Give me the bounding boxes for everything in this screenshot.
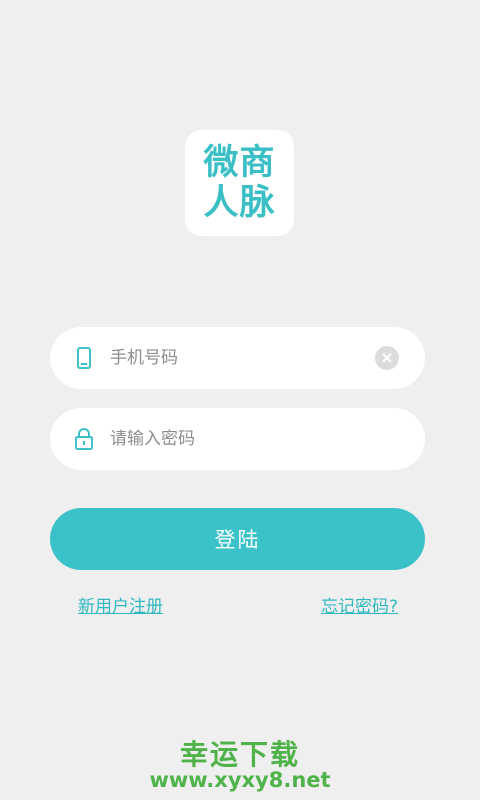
phone-icon bbox=[72, 346, 96, 370]
password-field[interactable] bbox=[50, 408, 425, 470]
watermark-url: www.xyxy8.net bbox=[149, 768, 331, 792]
register-link[interactable]: 新用户注册 bbox=[78, 592, 163, 617]
phone-input[interactable] bbox=[110, 327, 360, 389]
clear-phone-button[interactable] bbox=[375, 346, 399, 370]
logo-text-line1: 微商 bbox=[203, 143, 276, 183]
app-logo: 微商 人脉 bbox=[185, 130, 294, 236]
forgot-password-link[interactable]: 忘记密码? bbox=[321, 592, 398, 617]
password-input[interactable] bbox=[110, 408, 360, 470]
phone-field[interactable] bbox=[50, 327, 425, 389]
clear-icon bbox=[382, 353, 392, 363]
logo-text-line2: 人脉 bbox=[203, 183, 276, 223]
login-button[interactable]: 登陆 bbox=[50, 508, 425, 570]
lock-icon bbox=[72, 427, 96, 451]
watermark-title: 幸运下载 bbox=[179, 738, 300, 771]
